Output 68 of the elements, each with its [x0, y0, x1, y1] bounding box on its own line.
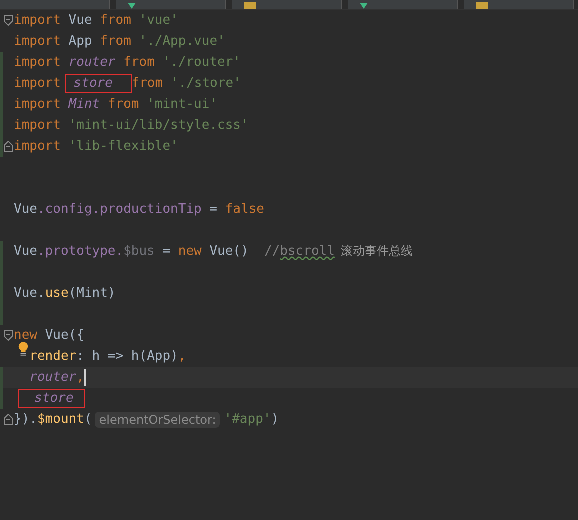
code-token: import	[14, 118, 62, 133]
code-token: 'mint-ui'	[147, 97, 218, 112]
editor-tab[interactable]	[116, 0, 226, 9]
code-comment: //	[263, 244, 280, 259]
code-token: false	[225, 202, 264, 217]
code-token: import	[14, 34, 62, 49]
code-token: new	[14, 328, 38, 343]
code-token: App	[68, 34, 94, 49]
vue-file-icon	[128, 3, 136, 9]
code-token: import	[14, 55, 62, 70]
code-token: Vue	[14, 202, 38, 217]
code-token: from	[132, 76, 164, 91]
editor-tab[interactable]	[348, 0, 458, 9]
code-token: from	[106, 97, 140, 112]
highlighted-code-token: store	[64, 74, 132, 93]
code-token: : h => h(App)	[76, 349, 178, 364]
js-file-icon	[244, 2, 256, 9]
code-token: import	[14, 76, 61, 91]
code-token: from	[100, 13, 132, 28]
fold-icon[interactable]	[4, 15, 13, 26]
parameter-hint: elementOrSelector:	[95, 412, 220, 428]
code-token: router	[68, 55, 116, 70]
code-token: (Mint)	[68, 286, 116, 301]
misspelled-word: bscroll	[280, 244, 335, 259]
code-token: render	[28, 349, 77, 364]
code-token: Vue	[68, 13, 94, 28]
highlighted-code-token: store	[18, 389, 85, 408]
editor-tab[interactable]	[232, 0, 342, 9]
fold-icon[interactable]	[4, 414, 13, 425]
code-token: =	[208, 202, 219, 217]
code-token: 'mint-ui/lib/style.css'	[68, 118, 249, 133]
code-token: }).	[14, 412, 38, 427]
code-token: .config.productionTip	[37, 202, 202, 217]
code-token: import	[14, 97, 62, 112]
code-token: Mint	[68, 97, 100, 112]
code-token: $bus	[124, 244, 155, 259]
js-file-icon	[476, 2, 488, 9]
code-token: )	[271, 412, 280, 427]
vue-file-icon	[360, 3, 368, 9]
code-token: new	[178, 244, 203, 259]
text-caret	[84, 369, 86, 386]
code-token: (	[84, 412, 92, 427]
code-token: .prototype.	[37, 244, 124, 259]
code-token: './router'	[162, 55, 242, 70]
code-comment: 滚动事件总线	[340, 243, 413, 260]
code-token: router	[28, 370, 77, 385]
code-token: $mount	[37, 412, 84, 427]
fold-icon[interactable]	[4, 330, 13, 341]
code-token: Vue.	[14, 286, 46, 301]
code-token: import	[14, 139, 62, 154]
code-token: ,	[76, 370, 84, 385]
code-token: './store'	[170, 76, 242, 91]
editor-tab[interactable]	[464, 0, 574, 9]
fold-icon[interactable]	[4, 141, 13, 152]
code-token: from	[100, 34, 132, 49]
code-token: '#app'	[224, 412, 272, 427]
code-token: Vue()	[210, 244, 249, 259]
code-token: Vue({	[45, 328, 84, 343]
code-token: from	[122, 55, 156, 70]
code-token: =	[162, 244, 172, 259]
code-token: ,	[178, 349, 186, 364]
code-token: Vue	[14, 244, 38, 259]
code-token: import	[14, 13, 62, 28]
code-token: './App.vue'	[139, 34, 226, 49]
code-token: 'lib-flexible'	[68, 139, 178, 154]
code-token: use	[45, 286, 69, 301]
code-token: 'vue'	[139, 13, 178, 28]
lightbulb-icon[interactable]	[18, 341, 29, 356]
